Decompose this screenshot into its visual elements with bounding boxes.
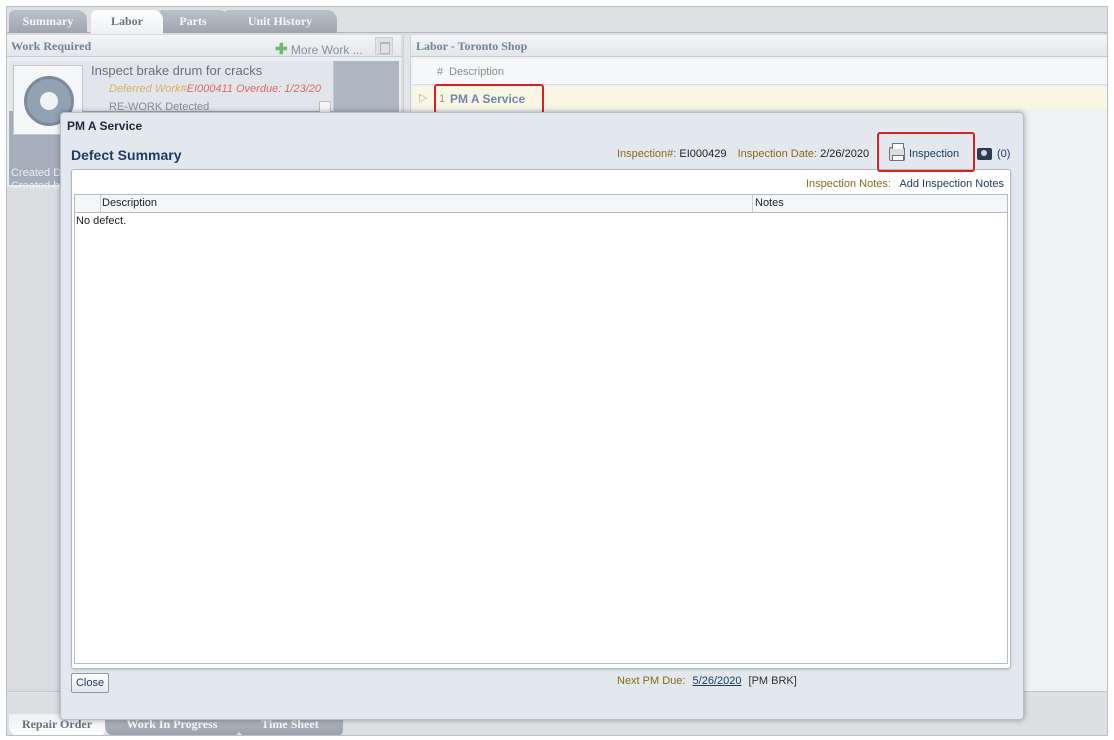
- grid-select-column: [75, 195, 101, 212]
- dialog-subtitle: Defect Summary: [71, 147, 182, 163]
- highlight-labor-row: [434, 84, 544, 114]
- defect-content-panel: Inspection Notes: Add Inspection Notes D…: [71, 169, 1011, 669]
- inspection-notes-label: Inspection Notes:: [805, 178, 891, 190]
- grid-empty-message: No defect.: [76, 215, 127, 227]
- inspection-meta: Inspection#: EI000429 Inspection Date: 2…: [617, 148, 877, 160]
- inspection-notes-line: Inspection Notes: Add Inspection Notes: [806, 178, 1004, 190]
- inspection-number-label: Inspection#:: [617, 148, 677, 160]
- next-pm-label: Next PM Due:: [617, 675, 686, 687]
- next-pm-due: Next PM Due: 5/26/2020 [PM BRK]: [617, 675, 797, 687]
- camera-icon[interactable]: [977, 148, 992, 160]
- inspection-date: 2/26/2020: [820, 148, 870, 160]
- defect-grid: Description Notes No defect.: [74, 194, 1008, 664]
- defect-grid-header: Description Notes: [75, 195, 1007, 213]
- grid-col-description[interactable]: Description: [101, 195, 753, 212]
- add-inspection-notes-link[interactable]: Add Inspection Notes: [899, 178, 1004, 190]
- grid-col-notes[interactable]: Notes: [755, 195, 1009, 212]
- next-pm-date-link[interactable]: 5/26/2020: [693, 675, 742, 687]
- highlight-inspection-button: [877, 132, 975, 172]
- inspection-date-label: Inspection Date:: [737, 148, 818, 160]
- close-button[interactable]: Close: [71, 673, 109, 693]
- next-pm-code: [PM BRK]: [748, 675, 797, 687]
- inspection-number: EI000429: [679, 148, 727, 160]
- dialog-title: PM A Service: [67, 119, 143, 133]
- defect-summary-dialog: PM A Service Defect Summary Inspection#:…: [60, 112, 1024, 720]
- photo-count-link[interactable]: (0): [997, 148, 1010, 160]
